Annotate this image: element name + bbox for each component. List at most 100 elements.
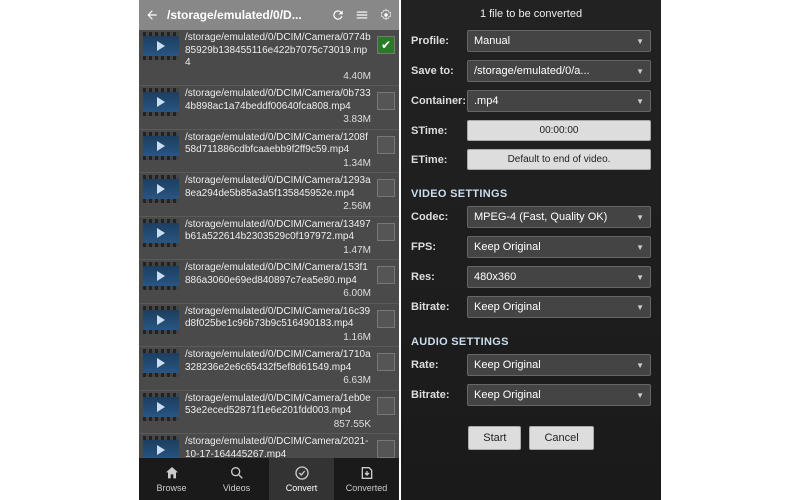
video-thumb-icon: [143, 32, 179, 60]
codec-value: MPEG-4 (Fast, Quality OK): [474, 211, 607, 223]
rate-value: Keep Original: [474, 359, 541, 371]
file-info: /storage/emulated/0/DCIM/Camera/1208f58d…: [185, 132, 371, 171]
file-size: 6.63M: [185, 375, 371, 388]
file-size: 1.16M: [185, 332, 371, 345]
vbitrate-label: Bitrate:: [411, 301, 461, 313]
file-path: /storage/emulated/0/DCIM/Camera/13497b61…: [185, 219, 371, 244]
file-row[interactable]: /storage/emulated/0/DCIM/Camera/1293a8ea…: [139, 173, 399, 217]
back-icon[interactable]: [143, 6, 161, 24]
file-info: /storage/emulated/0/DCIM/Camera/1710a328…: [185, 349, 371, 388]
codec-label: Codec:: [411, 211, 461, 223]
export-icon: [359, 465, 375, 481]
video-thumb-icon: [143, 436, 179, 458]
file-size: 6.00M: [185, 288, 371, 301]
container-select[interactable]: .mp4▼: [467, 90, 651, 112]
nav-convert[interactable]: Convert: [269, 458, 334, 500]
file-row[interactable]: /storage/emulated/0/DCIM/Camera/16c39d8f…: [139, 304, 399, 348]
file-checkbox[interactable]: [377, 266, 395, 284]
profile-value: Manual: [474, 35, 510, 47]
file-info: /storage/emulated/0/DCIM/Camera/1eb0e53e…: [185, 393, 371, 432]
file-checkbox[interactable]: [377, 353, 395, 371]
convert-title: 1 file to be converted: [411, 8, 651, 20]
nav-videos[interactable]: Videos: [204, 458, 269, 500]
stime-button[interactable]: 00:00:00: [467, 120, 651, 141]
profile-label: Profile:: [411, 35, 461, 47]
video-thumb-icon: [143, 262, 179, 290]
nav-browse[interactable]: Browse: [139, 458, 204, 500]
menu-icon[interactable]: [353, 6, 371, 24]
etime-button[interactable]: Default to end of video.: [467, 149, 651, 170]
file-checkbox[interactable]: [377, 92, 395, 110]
chevron-down-icon: ▼: [636, 97, 644, 106]
file-checkbox[interactable]: [377, 136, 395, 154]
file-path: /storage/emulated/0/DCIM/Camera/2021-10-…: [185, 436, 371, 458]
stime-label: STime:: [411, 125, 461, 137]
file-info: /storage/emulated/0/DCIM/Camera/153f1886…: [185, 262, 371, 301]
file-size: 1.47M: [185, 245, 371, 258]
chevron-down-icon: ▼: [636, 361, 644, 370]
file-size: 3.83M: [185, 114, 371, 127]
start-button[interactable]: Start: [468, 426, 521, 450]
file-size: 857.55K: [185, 419, 371, 432]
codec-select[interactable]: MPEG-4 (Fast, Quality OK)▼: [467, 206, 651, 228]
saveto-select[interactable]: /storage/emulated/0/a...▼: [467, 60, 651, 82]
file-checkbox[interactable]: ✔: [377, 36, 395, 54]
rate-select[interactable]: Keep Original ▼: [467, 354, 651, 376]
nav-label: Browse: [156, 483, 186, 493]
res-select[interactable]: 480x360 ▼: [467, 266, 651, 288]
file-info: /storage/emulated/0/DCIM/Camera/13497b61…: [185, 219, 371, 258]
profile-select[interactable]: Manual ▼: [467, 30, 651, 52]
file-size: 1.34M: [185, 158, 371, 171]
etime-label: ETime:: [411, 154, 461, 166]
container-label: Container:: [411, 95, 461, 107]
nav-label: Convert: [286, 483, 318, 493]
file-checkbox[interactable]: [377, 179, 395, 197]
file-path: /storage/emulated/0/DCIM/Camera/1eb0e53e…: [185, 393, 371, 418]
file-info: /storage/emulated/0/DCIM/Camera/1293a8ea…: [185, 175, 371, 214]
file-row[interactable]: /storage/emulated/0/DCIM/Camera/0b7334b8…: [139, 86, 399, 130]
file-row[interactable]: /storage/emulated/0/DCIM/Camera/1710a328…: [139, 347, 399, 391]
file-checkbox[interactable]: [377, 223, 395, 241]
file-row[interactable]: /storage/emulated/0/DCIM/Camera/1208f58d…: [139, 130, 399, 174]
abitrate-select[interactable]: Keep Original▼: [467, 384, 651, 406]
res-value: 480x360: [474, 271, 516, 283]
video-thumb-icon: [143, 306, 179, 334]
rate-label: Rate:: [411, 359, 461, 371]
video-thumb-icon: [143, 175, 179, 203]
nav-label: Converted: [346, 483, 388, 493]
fps-select[interactable]: Keep Original▼: [467, 236, 651, 258]
cancel-button[interactable]: Cancel: [529, 426, 593, 450]
file-size: 4.40M: [185, 71, 371, 84]
video-thumb-icon: [143, 219, 179, 247]
file-path: /storage/emulated/0/DCIM/Camera/1208f58d…: [185, 132, 371, 157]
file-path: /storage/emulated/0/DCIM/Camera/16c39d8f…: [185, 306, 371, 331]
file-checkbox[interactable]: [377, 440, 395, 458]
file-row[interactable]: /storage/emulated/0/DCIM/Camera/1eb0e53e…: [139, 391, 399, 435]
file-path: /storage/emulated/0/DCIM/Camera/1710a328…: [185, 349, 371, 374]
refresh-icon[interactable]: [329, 6, 347, 24]
file-row[interactable]: /storage/emulated/0/DCIM/Camera/13497b61…: [139, 217, 399, 261]
video-section-header: VIDEO SETTINGS: [411, 188, 651, 200]
file-row[interactable]: /storage/emulated/0/DCIM/Camera/2021-10-…: [139, 434, 399, 458]
vbitrate-select[interactable]: Keep Original▼: [467, 296, 651, 318]
chevron-down-icon: ▼: [636, 243, 644, 252]
file-row[interactable]: /storage/emulated/0/DCIM/Camera/153f1886…: [139, 260, 399, 304]
file-browser-pane: /storage/emulated/0/D... /storage/emulat…: [139, 0, 399, 500]
bottom-nav: Browse Videos Convert Converted: [139, 458, 399, 500]
chevron-down-icon: ▼: [636, 273, 644, 282]
abitrate-label: Bitrate:: [411, 389, 461, 401]
nav-converted[interactable]: Converted: [334, 458, 399, 500]
chevron-down-icon: ▼: [636, 37, 644, 46]
file-info: /storage/emulated/0/DCIM/Camera/2021-10-…: [185, 436, 371, 458]
saveto-value: /storage/emulated/0/a...: [474, 65, 590, 77]
file-row[interactable]: /storage/emulated/0/DCIM/Camera/0774b859…: [139, 30, 399, 86]
convert-settings-pane: 1 file to be converted Profile: Manual▼ …: [401, 0, 661, 500]
video-thumb-icon: [143, 349, 179, 377]
vbitrate-value: Keep Original: [474, 301, 541, 313]
file-checkbox[interactable]: [377, 397, 395, 415]
search-icon: [229, 465, 245, 481]
current-path: /storage/emulated/0/D...: [167, 8, 323, 22]
settings-icon[interactable]: [377, 6, 395, 24]
chevron-down-icon: ▼: [636, 391, 644, 400]
file-checkbox[interactable]: [377, 310, 395, 328]
